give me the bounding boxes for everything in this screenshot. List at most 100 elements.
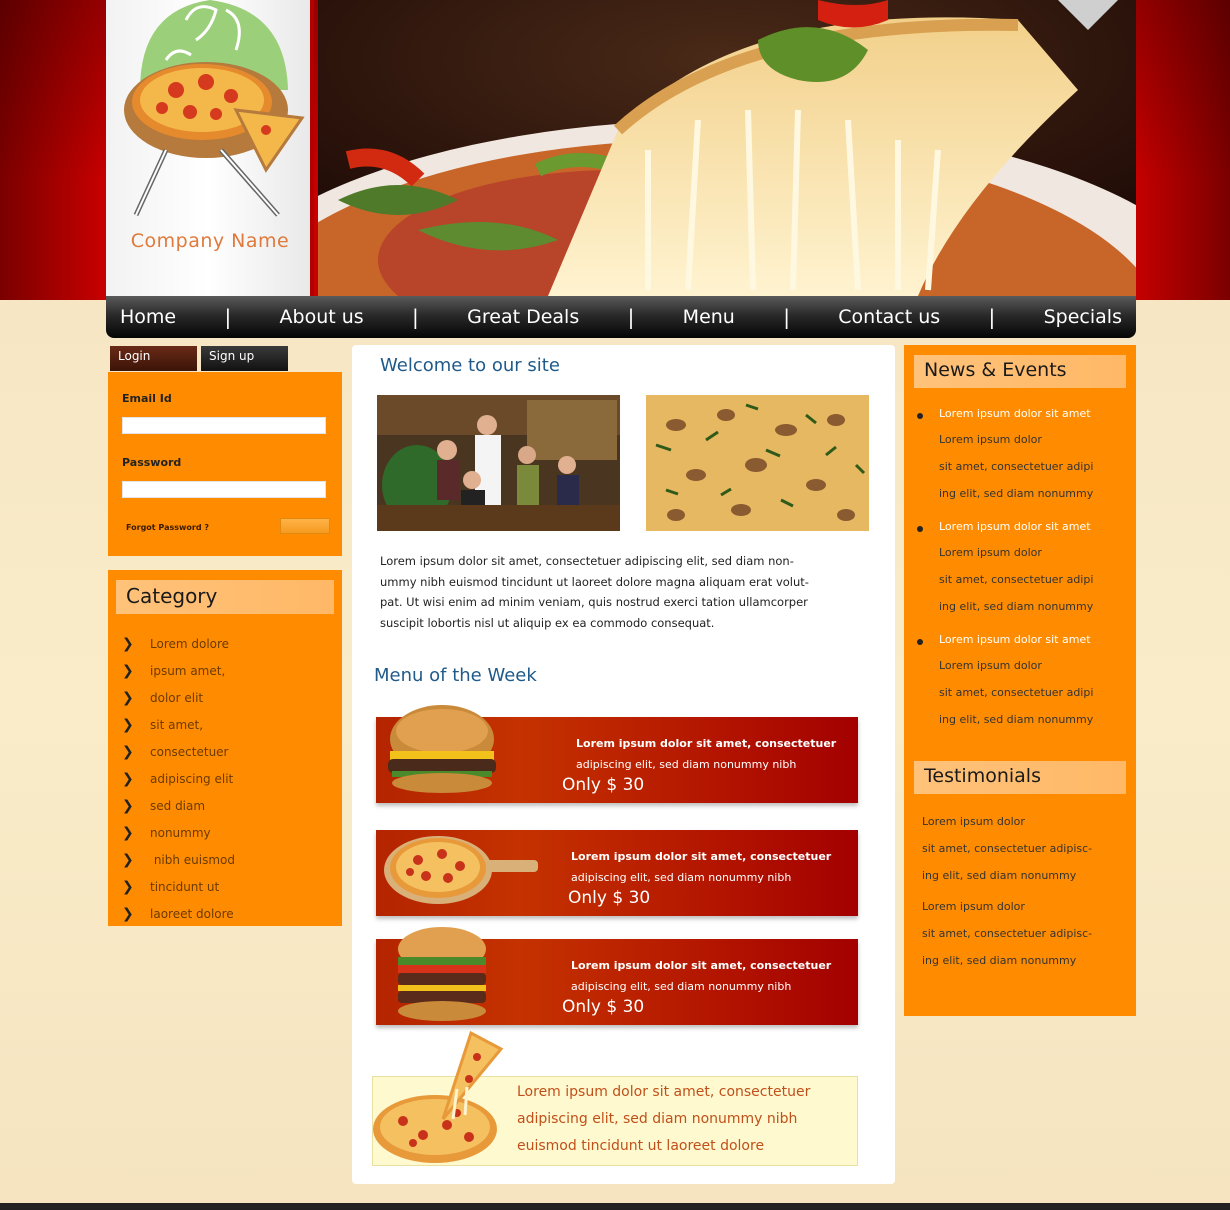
list-item[interactable]: ❯ laoreet dolore — [116, 900, 334, 927]
chevron-right-icon: ❯ — [122, 689, 134, 706]
category-link[interactable]: laoreet dolore — [150, 907, 234, 921]
bullet-icon — [917, 413, 923, 419]
promo-line: euismod tincidunt ut laoreet dolore — [517, 1138, 765, 1154]
list-item[interactable]: ❯ sit amet, — [116, 711, 334, 738]
hero-pizza-image — [318, 0, 1136, 296]
list-item[interactable]: ❯ sed diam — [116, 792, 334, 819]
news-body: sit amet, consectetuer adipi — [939, 573, 1094, 586]
deal-line: Lorem ipsum dolor sit amet, consectetuer — [576, 737, 837, 750]
chevron-right-icon: ❯ — [122, 770, 134, 787]
category-list: ❯ Lorem dolore ❯ ipsum amet, ❯ dolor elit ❯… — [116, 630, 334, 927]
footer-bar — [0, 1203, 1230, 1210]
burger-icon — [388, 705, 496, 793]
news-body: sit amet, consectetuer adipi — [939, 686, 1094, 699]
nav-about-us[interactable]: About us — [280, 306, 364, 328]
news-events-title: News & Events — [914, 355, 1126, 388]
menu-deal-card[interactable]: Lorem ipsum dolor sit amet, consectetuer… — [376, 927, 858, 1025]
tab-login[interactable]: Login — [110, 346, 197, 371]
nav-specials[interactable]: Specials — [1044, 306, 1130, 328]
tab-signup[interactable]: Sign up — [201, 346, 288, 371]
restaurant-photo — [377, 395, 620, 531]
testimonial-line: Lorem ipsum dolor — [922, 900, 1025, 913]
nav-separator: | — [988, 305, 996, 329]
password-label: Password — [122, 456, 182, 469]
category-link[interactable]: Lorem dolore — [150, 637, 229, 651]
deal-line: Lorem ipsum dolor sit amet, consectetuer — [571, 850, 832, 863]
category-link[interactable]: nonummy — [150, 826, 211, 840]
logo-panel[interactable]: Company Name — [106, 0, 314, 296]
news-body: Lorem ipsum dolor — [939, 546, 1042, 559]
bullet-icon — [917, 639, 923, 645]
news-body: Lorem ipsum dolor — [939, 433, 1042, 446]
nav-great-deals[interactable]: Great Deals — [467, 306, 579, 328]
email-field[interactable] — [122, 417, 326, 434]
category-panel: Category ❯ Lorem dolore ❯ ipsum amet, ❯ dol… — [108, 570, 342, 926]
deal-description: Lorem ipsum dolor sit amet, consectetuer… — [571, 846, 831, 888]
nav-contact-us[interactable]: Contact us — [838, 306, 940, 328]
testimonials-body: Lorem ipsum dolor sit amet, consectetuer… — [914, 808, 1126, 974]
intro-line: ummy nibh euismod tincidunt ut laoreet d… — [380, 574, 809, 589]
category-link[interactable]: sit amet, — [150, 718, 203, 732]
nav-separator: | — [783, 305, 790, 329]
pizza-slice-icon — [373, 1030, 504, 1163]
deal-price: Only $ 30 — [568, 888, 651, 908]
nav-separator: | — [412, 305, 419, 329]
menu-deal-card[interactable]: Lorem ipsum dolor sit amet, consectetuer… — [376, 705, 858, 803]
list-item[interactable]: ❯ Lorem dolore — [116, 630, 334, 657]
news-body: sit amet, consectetuer adipi — [939, 460, 1094, 473]
news-item: Lorem ipsum dolor sit amet Lorem ipsum d… — [914, 408, 1126, 507]
right-sidebar: News & Events Lorem ipsum dolor sit amet… — [904, 345, 1136, 1016]
news-headline[interactable]: Lorem ipsum dolor sit amet — [939, 634, 1126, 646]
chevron-right-icon: ❯ — [122, 851, 134, 868]
deal-price: Only $ 30 — [562, 775, 645, 795]
category-link[interactable]: nibh euismod — [150, 853, 235, 867]
list-item[interactable]: ❯ tincidunt ut — [116, 873, 334, 900]
forgot-password-link[interactable]: Forgot Password ? — [126, 523, 209, 532]
list-item[interactable]: ❯ adipiscing elit — [116, 765, 334, 792]
login-tabs: Login Sign up — [110, 346, 288, 371]
category-link[interactable]: tincidunt ut — [150, 880, 219, 894]
chevron-right-icon: ❯ — [122, 743, 134, 760]
company-name: Company Name — [130, 230, 290, 252]
login-submit-button[interactable] — [280, 518, 330, 534]
password-field[interactable] — [122, 481, 326, 498]
list-item[interactable]: ❯ dolor elit — [116, 684, 334, 711]
intro-line: suscipit lobortis nisl ut aliquip ex ea … — [380, 615, 715, 630]
category-link[interactable]: consectetuer — [150, 745, 229, 759]
menu-deal-card[interactable]: Lorem ipsum dolor sit amet, consectetuer… — [376, 830, 858, 916]
pizza-closeup-photo — [646, 395, 869, 531]
nav-menu[interactable]: Menu — [683, 306, 735, 328]
category-link[interactable]: sed diam — [150, 799, 205, 813]
promo-banner[interactable]: Lorem ipsum dolor sit amet, consectetuer… — [372, 1030, 858, 1166]
bullet-icon — [917, 526, 923, 532]
category-title: Category — [116, 580, 334, 614]
deal-line: adipiscing elit, sed diam nonummy nibh — [571, 980, 792, 993]
chevron-right-icon: ❯ — [122, 905, 134, 922]
news-list: Lorem ipsum dolor sit amet Lorem ipsum d… — [914, 408, 1126, 733]
chevron-right-icon: ❯ — [122, 716, 134, 733]
testimonial-line: Lorem ipsum dolor — [922, 815, 1025, 828]
chevron-right-icon: ❯ — [122, 824, 134, 841]
list-item[interactable]: ❯ ipsum amet, — [116, 657, 334, 684]
chevron-right-icon: ❯ — [122, 797, 134, 814]
deal-line: adipiscing elit, sed diam nonummy nibh — [571, 871, 792, 884]
pizza-board-icon — [384, 836, 538, 904]
category-link[interactable]: adipiscing elit — [150, 772, 233, 786]
category-link[interactable]: ipsum amet, — [150, 664, 225, 678]
list-item[interactable]: ❯ consectetuer — [116, 738, 334, 765]
list-item[interactable]: ❯ nonummy — [116, 819, 334, 846]
nav-home[interactable]: Home — [120, 306, 176, 328]
category-link[interactable]: dolor elit — [150, 691, 203, 705]
welcome-title: Welcome to our site — [380, 355, 560, 376]
news-headline[interactable]: Lorem ipsum dolor sit amet — [939, 521, 1126, 533]
news-body: ing elit, sed diam nonummy — [939, 600, 1094, 613]
testimonial-line: ing elit, sed diam nonummy — [922, 869, 1077, 882]
main-content: Welcome to our site Lorem ipsum dolor si… — [352, 345, 895, 1184]
testimonial-line: sit amet, consectetuer adipisc- — [922, 927, 1093, 940]
news-body: Lorem ipsum dolor — [939, 659, 1042, 672]
deal-price: Only $ 30 — [562, 997, 645, 1017]
deal-line: Lorem ipsum dolor sit amet, consectetuer — [571, 959, 832, 972]
promo-text: Lorem ipsum dolor sit amet, consectetuer… — [517, 1079, 810, 1160]
list-item[interactable]: ❯ nibh euismod — [116, 846, 334, 873]
news-headline[interactable]: Lorem ipsum dolor sit amet — [939, 408, 1126, 420]
